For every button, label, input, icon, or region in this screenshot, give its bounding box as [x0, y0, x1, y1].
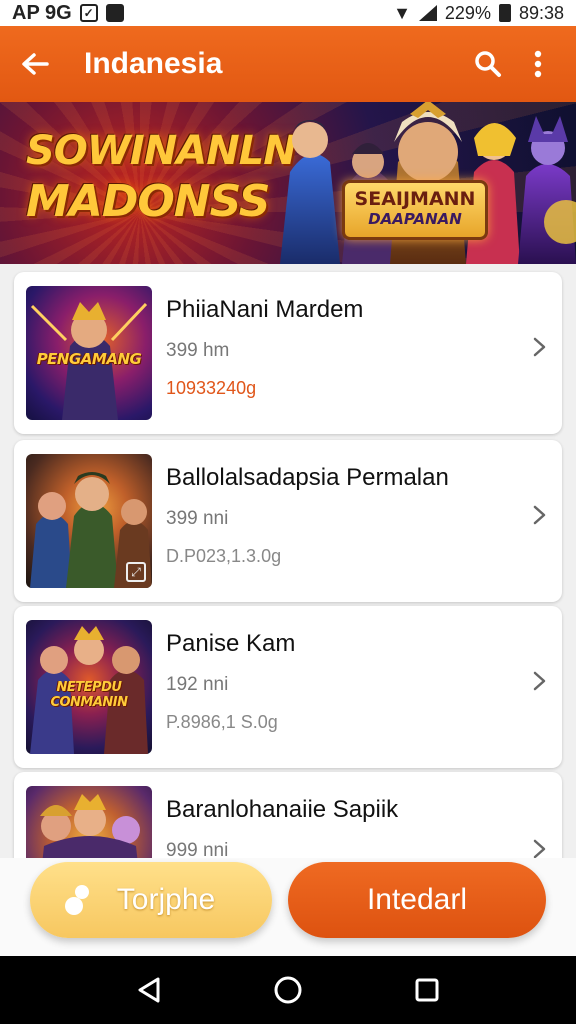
- status-bar: AP 9G ✓ ▼ 229% 89:38: [0, 0, 576, 26]
- item-size: 10933240g: [166, 378, 257, 398]
- item-name: Ballolalsadapsia Permalan: [166, 464, 449, 491]
- wifi-icon: ▼: [393, 2, 411, 23]
- item-info: PhiiaNani Mardem 399 hm 10933240g: [166, 286, 550, 399]
- battery-icon: [498, 4, 511, 22]
- checkbox-notification-icon: ✓: [79, 4, 98, 22]
- secondary-button[interactable]: Torjphe: [30, 862, 272, 938]
- page-title: Indanesia: [84, 47, 223, 80]
- item-meta: 399 hm: [166, 340, 230, 361]
- status-left-text: AP 9G: [12, 1, 72, 24]
- item-meta: 192 nni: [166, 674, 229, 695]
- item-info: Panise Kam 192 nni P.8986,1 S.0g: [166, 620, 550, 733]
- nav-home-icon[interactable]: [268, 970, 308, 1010]
- game-thumbnail: PENGAMANG: [26, 286, 152, 420]
- system-nav-bar: [0, 956, 576, 1024]
- item-name: Panise Kam: [166, 630, 296, 657]
- more-vert-icon[interactable]: [518, 44, 558, 84]
- status-right: ▼ 229% 89:38: [393, 3, 564, 24]
- status-time: 89:38: [518, 2, 564, 23]
- item-info: Ballolalsadapsia Permalan 399 nni D.P023…: [166, 454, 550, 567]
- list-item[interactable]: NETEPDU CONMANIN Panise Kam 192 nni P.89…: [14, 606, 562, 768]
- arrow-left-icon[interactable]: [18, 47, 52, 81]
- item-size: D.P023,1.3.0g: [166, 546, 282, 566]
- item-info: Baranlohanaiie Sapiik 999 nni: [166, 786, 550, 862]
- banner-sub-logo-line-1: SEAIJMANN: [354, 188, 476, 210]
- expand-icon: ⤢: [126, 562, 146, 582]
- item-name: Baranlohanaiie Sapiik: [166, 796, 399, 823]
- primary-button[interactable]: Intedarl: [288, 862, 546, 938]
- bottom-action-bar: Torjphe Intedarl: [0, 858, 576, 956]
- chevron-right-icon: [533, 505, 546, 525]
- list-item[interactable]: PENGAMANG PhiiaNani Mardem 399 hm 109332…: [14, 272, 562, 434]
- app-bar: Indanesia: [0, 26, 576, 102]
- item-size: P.8986,1 S.0g: [166, 712, 278, 732]
- thumbnail-label: PENGAMANG: [36, 350, 142, 368]
- item-name: PhiiaNani Mardem: [166, 296, 364, 323]
- nav-back-icon[interactable]: [129, 970, 169, 1010]
- secondary-button-label: Torjphe: [116, 883, 216, 916]
- chevron-right-icon: [533, 337, 546, 357]
- signal-icon: [418, 5, 437, 21]
- image-notification-icon: [105, 4, 124, 22]
- banner-logo-line-1: SOWINANLN: [26, 128, 297, 174]
- banner-sub-logo: SEAIJMANN DAAPANAN: [342, 180, 488, 240]
- battery-text: 229%: [444, 2, 491, 23]
- nav-recents-icon[interactable]: [407, 970, 447, 1010]
- primary-button-label: Intedarl: [366, 883, 468, 916]
- game-thumbnail: ⤢: [26, 454, 152, 588]
- chevron-right-icon: [533, 671, 546, 691]
- bubbles-icon: [65, 885, 89, 915]
- game-thumbnail: NETEPDU CONMANIN: [26, 620, 152, 754]
- chevron-right-icon: [533, 839, 546, 859]
- promo-banner[interactable]: SOWINANLN MADONSS SEAIJMANN DAAPANAN: [0, 102, 576, 264]
- thumbnail-label: NETEPDU CONMANIN: [50, 680, 128, 710]
- banner-logo-line-2: MADONSS: [26, 176, 270, 227]
- banner-sub-logo-line-2: DAAPANAN: [368, 210, 462, 228]
- item-meta: 399 nni: [166, 508, 229, 529]
- status-left: AP 9G ✓: [12, 2, 124, 25]
- search-icon[interactable]: [468, 44, 508, 84]
- list-item[interactable]: ⤢ Ballolalsadapsia Permalan 399 nni D.P0…: [14, 440, 562, 602]
